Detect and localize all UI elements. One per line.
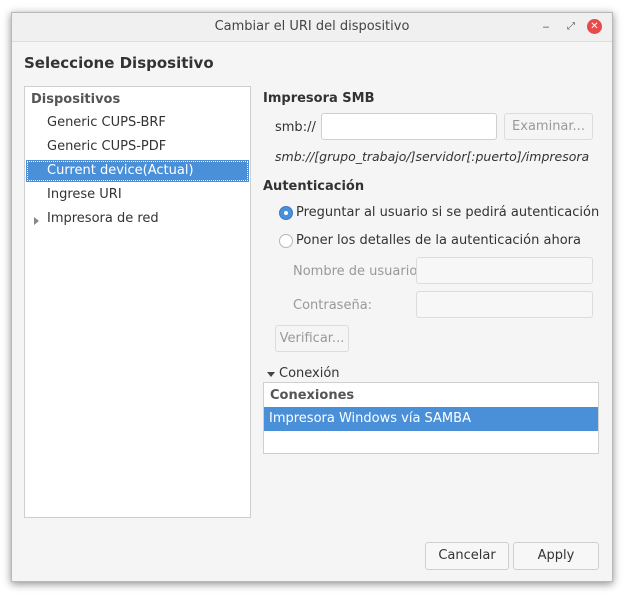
apply-button[interactable]: Apply bbox=[513, 542, 599, 570]
connection-expander[interactable]: Conexión bbox=[279, 366, 340, 381]
title-bar[interactable]: Cambiar el URI del dispositivo ‒ ⤢ ✕ bbox=[12, 13, 612, 42]
auth-section-title: Autenticación bbox=[263, 179, 365, 194]
page-title: Seleccione Dispositivo bbox=[24, 54, 214, 72]
connection-list: Conexiones Impresora Windows vía SAMBA bbox=[263, 382, 599, 454]
smb-prefix-label: smb:// bbox=[275, 120, 316, 135]
cancel-button[interactable]: Cancelar bbox=[425, 542, 509, 570]
radio-prompt-user-label[interactable]: Preguntar al usuario si se pedirá autent… bbox=[296, 205, 599, 220]
device-item-current-device[interactable]: Current device(Actual) bbox=[26, 160, 249, 182]
device-list: Dispositivos Generic CUPS-BRF Generic CU… bbox=[24, 86, 251, 518]
password-label: Contraseña: bbox=[293, 298, 373, 313]
verify-button[interactable]: Verificar... bbox=[275, 325, 349, 352]
smb-uri-input[interactable] bbox=[321, 113, 497, 140]
smb-uri-hint: smb://[grupo_trabajo/]servidor[:puerto]/… bbox=[275, 149, 590, 164]
radio-prompt-user[interactable] bbox=[279, 206, 293, 220]
connection-item-samba[interactable]: Impresora Windows vía SAMBA bbox=[264, 407, 598, 431]
password-input[interactable] bbox=[416, 291, 593, 318]
smb-section-title: Impresora SMB bbox=[263, 91, 375, 106]
expander-arrow-icon[interactable] bbox=[267, 372, 275, 377]
browse-button[interactable]: Examinar... bbox=[504, 113, 593, 140]
device-item-impresora-de-red[interactable]: Impresora de red bbox=[47, 208, 159, 230]
username-label: Nombre de usuario: bbox=[293, 264, 422, 279]
device-item-ingrese-uri[interactable]: Ingrese URI bbox=[47, 184, 122, 206]
device-item-generic-cups-pdf[interactable]: Generic CUPS-PDF bbox=[47, 136, 166, 158]
minimize-icon[interactable]: ‒ bbox=[537, 18, 555, 36]
maximize-icon[interactable]: ⤢ bbox=[562, 18, 580, 36]
window-title: Cambiar el URI del dispositivo bbox=[214, 19, 410, 34]
close-icon[interactable]: ✕ bbox=[587, 19, 602, 34]
username-input[interactable] bbox=[416, 257, 593, 284]
expander-arrow-icon[interactable] bbox=[34, 217, 39, 225]
dialog-window: Cambiar el URI del dispositivo ‒ ⤢ ✕ Sel… bbox=[11, 12, 613, 582]
connection-list-header: Conexiones bbox=[270, 388, 355, 403]
device-item-generic-cups-brf[interactable]: Generic CUPS-BRF bbox=[47, 112, 166, 134]
radio-auth-now[interactable] bbox=[279, 234, 293, 248]
radio-auth-now-label[interactable]: Poner los detalles de la autenticación a… bbox=[296, 233, 581, 248]
device-list-header: Dispositivos bbox=[31, 92, 121, 107]
